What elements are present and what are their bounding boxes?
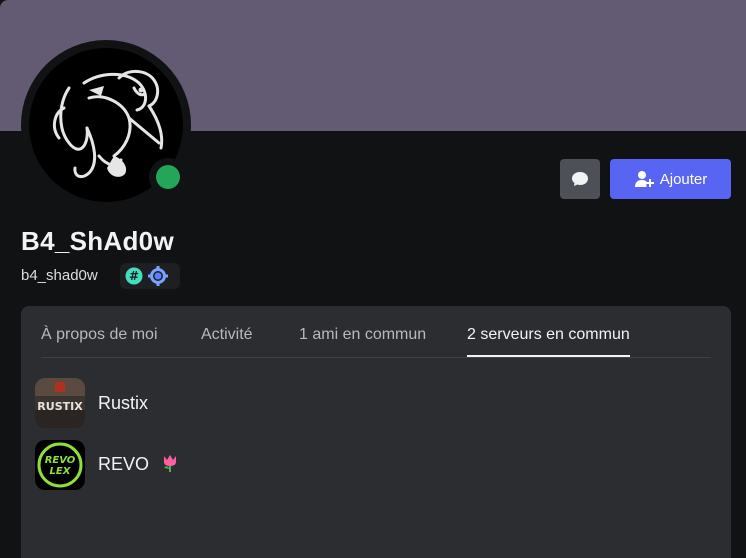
revo-server-icon: REVO LEX [35,440,85,490]
hypesquad-hash-icon[interactable]: # [124,266,144,286]
username: b4_shad0w [21,267,98,284]
server-name-text: REVO [98,453,150,474]
svg-text:LEX: LEX [50,466,72,477]
badge-list: # [120,263,180,289]
add-friend-button[interactable]: Ajouter [610,159,731,199]
tab-mutual-friends[interactable]: 1 ami en commun [299,326,426,344]
server-name: Rustix [98,392,149,413]
rustix-server-icon: RUSTIX [35,378,85,428]
tulip-emoji-icon [162,454,178,477]
svg-text:RUSTIX: RUSTIX [37,400,83,413]
server-name: REVO [98,454,178,477]
online-status-dot [156,165,180,189]
nitro-gear-icon[interactable] [148,266,168,286]
tab-activity[interactable]: Activité [201,326,253,344]
avatar-frame [21,40,191,210]
status-indicator [149,158,187,196]
display-name: B4_ShAd0w [21,226,174,256]
server-item-revo[interactable]: REVO LEX REVO [35,439,535,491]
svg-text:REVO: REVO [45,455,76,466]
add-friend-label: Ajouter [659,170,708,188]
tab-mutual-servers[interactable]: 2 serveurs en commun [467,326,630,357]
chat-bubble-icon [572,172,588,186]
add-friend-icon [634,171,654,187]
svg-text:#: # [129,269,139,283]
message-button[interactable] [560,159,600,199]
server-item-rustix[interactable]: RUSTIX Rustix [35,377,535,429]
tab-bar: À propos de moi Activité 1 ami en commun… [41,306,711,358]
profile-tabs-panel: À propos de moi Activité 1 ami en commun… [21,306,731,558]
user-profile-modal: Ajouter B4_ShAd0w b4_shad0w # À propos d… [0,0,746,558]
tab-about-me[interactable]: À propos de moi [41,326,158,344]
